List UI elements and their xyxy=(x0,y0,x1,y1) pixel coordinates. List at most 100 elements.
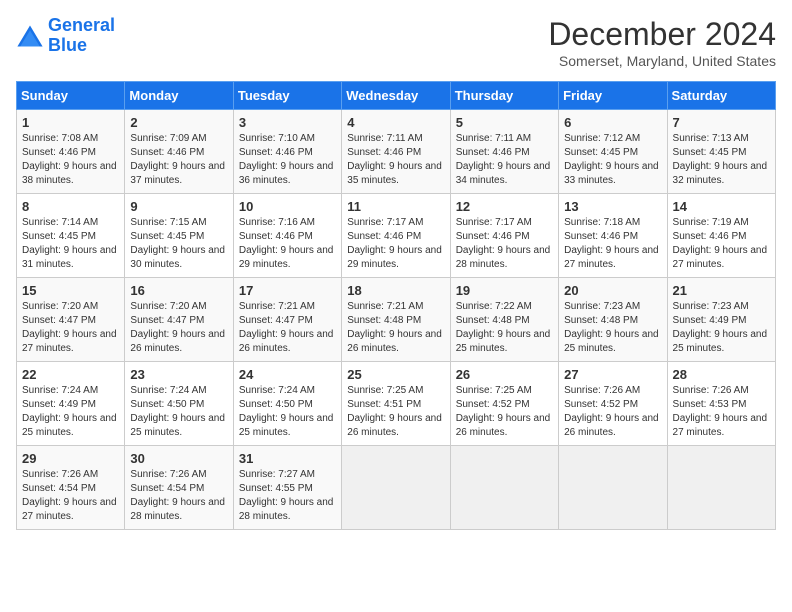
day-info: Sunrise: 7:24 AMSunset: 4:50 PMDaylight:… xyxy=(239,384,336,440)
day-info: Sunrise: 7:21 AMSunset: 4:48 PMDaylight:… xyxy=(347,300,444,356)
col-header-thursday: Thursday xyxy=(450,82,558,110)
table-row: 28 Sunrise: 7:26 AMSunset: 4:53 PMDayligh… xyxy=(667,362,775,446)
day-info: Sunrise: 7:26 AMSunset: 4:54 PMDaylight:… xyxy=(130,468,227,524)
day-info: Sunrise: 7:15 AMSunset: 4:45 PMDaylight:… xyxy=(130,216,227,272)
day-number: 16 xyxy=(130,283,227,298)
day-info: Sunrise: 7:14 AMSunset: 4:45 PMDaylight:… xyxy=(22,216,119,272)
table-row: 11 Sunrise: 7:17 AMSunset: 4:46 PMDayligh… xyxy=(342,194,450,278)
day-info: Sunrise: 7:12 AMSunset: 4:45 PMDaylight:… xyxy=(564,132,661,188)
day-info: Sunrise: 7:11 AMSunset: 4:46 PMDaylight:… xyxy=(347,132,444,188)
table-row xyxy=(559,446,667,530)
table-row: 19Sunrise: 7:22 AMSunset: 4:48 PMDayligh… xyxy=(450,278,558,362)
day-info: Sunrise: 7:26 AMSunset: 4:53 PMDaylight:… xyxy=(673,384,770,440)
day-number: 17 xyxy=(239,283,336,298)
day-number: 18 xyxy=(347,283,444,298)
day-info: Sunrise: 7:19 AMSunset: 4:46 PMDaylight:… xyxy=(673,216,770,272)
table-row: 3 Sunrise: 7:10 AMSunset: 4:46 PMDaylight… xyxy=(233,110,341,194)
table-row: 9 Sunrise: 7:15 AMSunset: 4:45 PMDaylight… xyxy=(125,194,233,278)
table-row: 31 Sunrise: 7:27 AMSunset: 4:55 PMDayligh… xyxy=(233,446,341,530)
table-row: 14Sunrise: 7:19 AMSunset: 4:46 PMDayligh… xyxy=(667,194,775,278)
table-row: 17 Sunrise: 7:21 AMSunset: 4:47 PMDayligh… xyxy=(233,278,341,362)
table-row: 12Sunrise: 7:17 AMSunset: 4:46 PMDayligh… xyxy=(450,194,558,278)
day-number: 2 xyxy=(130,115,227,130)
table-row: 21Sunrise: 7:23 AMSunset: 4:49 PMDayligh… xyxy=(667,278,775,362)
table-row: 23 Sunrise: 7:24 AMSunset: 4:50 PMDayligh… xyxy=(125,362,233,446)
day-info: Sunrise: 7:18 AMSunset: 4:46 PMDaylight:… xyxy=(564,216,661,272)
day-info: Sunrise: 7:10 AMSunset: 4:46 PMDaylight:… xyxy=(239,132,336,188)
month-title: December 2024 xyxy=(548,16,776,53)
day-info: Sunrise: 7:09 AMSunset: 4:46 PMDaylight:… xyxy=(130,132,227,188)
table-row: 2 Sunrise: 7:09 AMSunset: 4:46 PMDaylight… xyxy=(125,110,233,194)
day-info: Sunrise: 7:25 AMSunset: 4:52 PMDaylight:… xyxy=(456,384,553,440)
day-number: 22 xyxy=(22,367,119,382)
day-number: 7 xyxy=(673,115,770,130)
day-number: 10 xyxy=(239,199,336,214)
day-number: 25 xyxy=(347,367,444,382)
table-row: 4 Sunrise: 7:11 AMSunset: 4:46 PMDaylight… xyxy=(342,110,450,194)
col-header-friday: Friday xyxy=(559,82,667,110)
day-info: Sunrise: 7:11 AMSunset: 4:46 PMDaylight:… xyxy=(456,132,553,188)
calendar-table: SundayMondayTuesdayWednesdayThursdayFrid… xyxy=(16,81,776,530)
day-number: 4 xyxy=(347,115,444,130)
table-row: 10 Sunrise: 7:16 AMSunset: 4:46 PMDayligh… xyxy=(233,194,341,278)
table-row: 30Sunrise: 7:26 AMSunset: 4:54 PMDayligh… xyxy=(125,446,233,530)
table-row xyxy=(667,446,775,530)
day-number: 15 xyxy=(22,283,119,298)
day-number: 1 xyxy=(22,115,119,130)
day-number: 19 xyxy=(456,283,553,298)
day-info: Sunrise: 7:20 AMSunset: 4:47 PMDaylight:… xyxy=(130,300,227,356)
day-info: Sunrise: 7:27 AMSunset: 4:55 PMDaylight:… xyxy=(239,468,336,524)
day-info: Sunrise: 7:25 AMSunset: 4:51 PMDaylight:… xyxy=(347,384,444,440)
day-info: Sunrise: 7:24 AMSunset: 4:49 PMDaylight:… xyxy=(22,384,119,440)
day-number: 26 xyxy=(456,367,553,382)
day-info: Sunrise: 7:13 AMSunset: 4:45 PMDaylight:… xyxy=(673,132,770,188)
day-info: Sunrise: 7:16 AMSunset: 4:46 PMDaylight:… xyxy=(239,216,336,272)
table-row: 7 Sunrise: 7:13 AMSunset: 4:45 PMDaylight… xyxy=(667,110,775,194)
logo: General Blue xyxy=(16,16,115,56)
day-number: 24 xyxy=(239,367,336,382)
table-row: 22 Sunrise: 7:24 AMSunset: 4:49 PMDayligh… xyxy=(17,362,125,446)
table-row: 24 Sunrise: 7:24 AMSunset: 4:50 PMDayligh… xyxy=(233,362,341,446)
col-header-monday: Monday xyxy=(125,82,233,110)
day-number: 13 xyxy=(564,199,661,214)
page-header: General Blue December 2024 Somerset, Mar… xyxy=(16,16,776,69)
col-header-tuesday: Tuesday xyxy=(233,82,341,110)
table-row: 1Sunrise: 7:08 AMSunset: 4:46 PMDaylight… xyxy=(17,110,125,194)
day-number: 31 xyxy=(239,451,336,466)
table-row xyxy=(450,446,558,530)
day-number: 8 xyxy=(22,199,119,214)
day-number: 9 xyxy=(130,199,227,214)
day-info: Sunrise: 7:20 AMSunset: 4:47 PMDaylight:… xyxy=(22,300,119,356)
day-info: Sunrise: 7:21 AMSunset: 4:47 PMDaylight:… xyxy=(239,300,336,356)
table-row: 8 Sunrise: 7:14 AMSunset: 4:45 PMDaylight… xyxy=(17,194,125,278)
day-number: 29 xyxy=(22,451,119,466)
table-row: 25 Sunrise: 7:25 AMSunset: 4:51 PMDayligh… xyxy=(342,362,450,446)
day-number: 11 xyxy=(347,199,444,214)
day-info: Sunrise: 7:23 AMSunset: 4:49 PMDaylight:… xyxy=(673,300,770,356)
day-number: 20 xyxy=(564,283,661,298)
table-row: 6 Sunrise: 7:12 AMSunset: 4:45 PMDaylight… xyxy=(559,110,667,194)
day-info: Sunrise: 7:17 AMSunset: 4:46 PMDaylight:… xyxy=(347,216,444,272)
day-info: Sunrise: 7:23 AMSunset: 4:48 PMDaylight:… xyxy=(564,300,661,356)
table-row: 18 Sunrise: 7:21 AMSunset: 4:48 PMDayligh… xyxy=(342,278,450,362)
day-info: Sunrise: 7:17 AMSunset: 4:46 PMDaylight:… xyxy=(456,216,553,272)
table-row: 27Sunrise: 7:26 AMSunset: 4:52 PMDayligh… xyxy=(559,362,667,446)
col-header-sunday: Sunday xyxy=(17,82,125,110)
table-row: 29Sunrise: 7:26 AMSunset: 4:54 PMDayligh… xyxy=(17,446,125,530)
day-info: Sunrise: 7:24 AMSunset: 4:50 PMDaylight:… xyxy=(130,384,227,440)
col-header-wednesday: Wednesday xyxy=(342,82,450,110)
table-row: 26 Sunrise: 7:25 AMSunset: 4:52 PMDayligh… xyxy=(450,362,558,446)
day-number: 23 xyxy=(130,367,227,382)
table-row: 15 Sunrise: 7:20 AMSunset: 4:47 PMDayligh… xyxy=(17,278,125,362)
table-row: 16 Sunrise: 7:20 AMSunset: 4:47 PMDayligh… xyxy=(125,278,233,362)
logo-text: General Blue xyxy=(48,16,115,56)
title-block: December 2024 Somerset, Maryland, United… xyxy=(548,16,776,69)
day-number: 28 xyxy=(673,367,770,382)
col-header-saturday: Saturday xyxy=(667,82,775,110)
day-number: 27 xyxy=(564,367,661,382)
day-number: 6 xyxy=(564,115,661,130)
subtitle: Somerset, Maryland, United States xyxy=(548,53,776,69)
table-row: 20 Sunrise: 7:23 AMSunset: 4:48 PMDayligh… xyxy=(559,278,667,362)
table-row xyxy=(342,446,450,530)
day-number: 3 xyxy=(239,115,336,130)
